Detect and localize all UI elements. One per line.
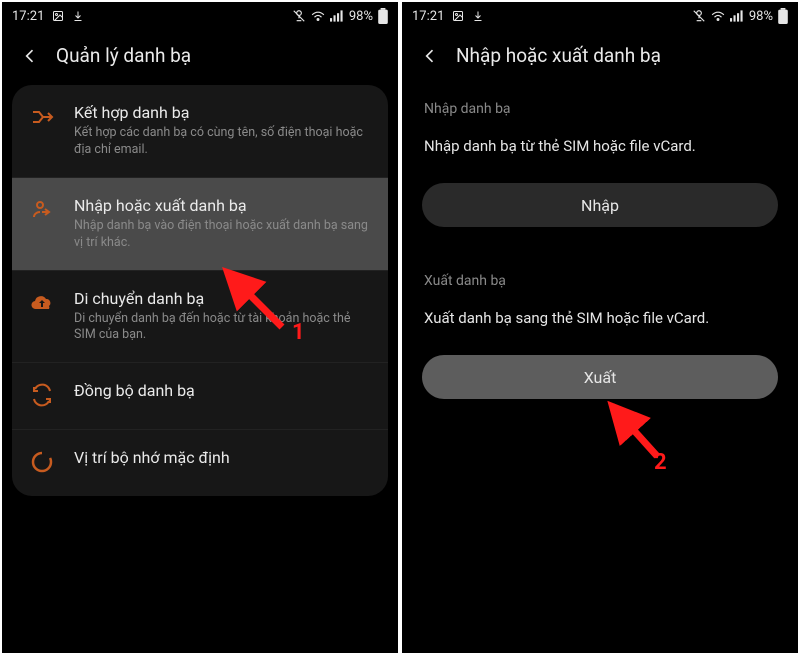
item-title: Vị trí bộ nhớ mặc định [74,448,370,467]
phone-left: 17:21 98% Quả [2,2,398,653]
status-battery-pct: 98% [749,9,773,24]
import-export-icon [30,198,56,226]
item-sub: Di chuyển danh bạ đến hoặc từ tài khoản … [74,311,370,345]
item-default-storage[interactable]: Vị trí bộ nhớ mặc định [12,429,388,496]
status-bar: 17:21 98% [402,2,798,30]
status-battery-pct: 98% [349,9,373,24]
wifi-icon [711,10,725,22]
phone-right: 17:21 98% Nhậ [402,2,798,653]
import-section: Nhập danh bạ Nhập danh bạ từ thẻ SIM hoặ… [402,85,798,183]
item-title: Di chuyển danh bạ [74,289,370,308]
download-icon [72,10,84,22]
wifi-icon [311,10,325,22]
item-title: Đồng bộ danh bạ [74,381,370,400]
import-button[interactable]: Nhập [422,183,778,227]
download-icon [472,10,484,22]
back-icon[interactable] [20,46,40,66]
signal-icon [730,10,744,22]
screen-header: Quản lý danh bạ [2,30,398,85]
battery-icon [778,8,788,24]
item-title: Nhập hoặc xuất danh bạ [74,196,370,215]
export-button[interactable]: Xuất [422,355,778,399]
item-sub: Kết hợp các danh bạ có cùng tên, số điện… [74,125,370,159]
status-bar: 17:21 98% [2,2,398,30]
annotation-arrow-2 [597,394,677,464]
cloud-upload-icon [30,291,56,319]
status-time: 17:21 [412,9,444,24]
screenshot-icon [52,10,64,22]
import-button-label: Nhập [581,196,619,215]
export-label: Xuất danh bạ [424,273,776,289]
item-sub: Nhập danh bạ vào điện thoại hoặc xuất da… [74,218,370,252]
screenshot-icon [452,10,464,22]
mute-icon [292,9,306,23]
import-text: Nhập danh bạ từ thẻ SIM hoặc file vCard. [424,137,776,155]
battery-icon [378,8,388,24]
item-title: Kết hợp danh bạ [74,103,370,122]
settings-card: Kết hợp danh bạ Kết hợp các danh bạ có c… [12,85,388,496]
screen-header: Nhập hoặc xuất danh bạ [402,30,798,85]
export-section: Xuất danh bạ Xuất danh bạ sang thẻ SIM h… [402,257,798,355]
item-move-contacts[interactable]: Di chuyển danh bạ Di chuyển danh bạ đến … [12,270,388,363]
export-button-label: Xuất [584,368,617,387]
item-sync-contacts[interactable]: Đồng bộ danh bạ [12,362,388,429]
merge-icon [30,105,56,133]
status-time: 17:21 [12,9,44,24]
back-icon[interactable] [420,46,440,66]
annotation-number-2: 2 [654,450,667,475]
mute-icon [692,9,706,23]
signal-icon [330,10,344,22]
item-merge-contacts[interactable]: Kết hợp danh bạ Kết hợp các danh bạ có c… [12,85,388,177]
export-text: Xuất danh bạ sang thẻ SIM hoặc file vCar… [424,309,776,327]
page-title: Quản lý danh bạ [56,44,191,67]
storage-icon [30,450,56,478]
sync-icon [30,383,56,411]
page-title: Nhập hoặc xuất danh bạ [456,44,661,67]
import-label: Nhập danh bạ [424,101,776,117]
item-import-export[interactable]: Nhập hoặc xuất danh bạ Nhập danh bạ vào … [12,177,388,270]
